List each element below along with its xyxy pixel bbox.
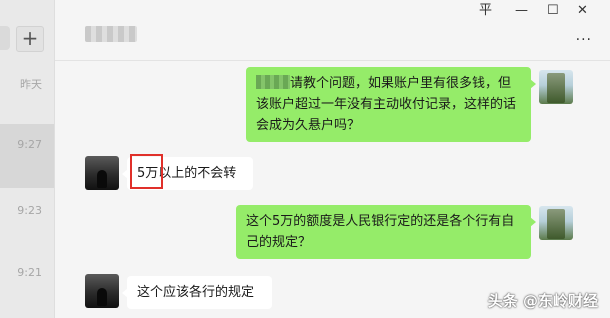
session-time: 昨天 bbox=[20, 78, 42, 91]
search-box[interactable] bbox=[0, 26, 10, 50]
session-sidebar: + 昨天 9:27 9:23 9:21 bbox=[0, 0, 55, 318]
add-chat-button[interactable]: + bbox=[16, 26, 44, 52]
session-time: 9:21 bbox=[17, 266, 42, 279]
my-avatar[interactable] bbox=[539, 70, 573, 104]
session-time: 9:23 bbox=[17, 204, 42, 217]
redacted-text bbox=[256, 75, 290, 89]
more-options-icon[interactable]: ··· bbox=[576, 32, 592, 48]
chat-header: 平 — ☐ ✕ ··· bbox=[55, 0, 610, 61]
session-item[interactable]: 9:21 bbox=[0, 256, 54, 314]
maximize-icon[interactable]: ☐ bbox=[547, 3, 559, 19]
minimize-icon[interactable]: — bbox=[515, 3, 528, 19]
message-text: 这个应该各行的规定 bbox=[137, 285, 255, 300]
session-item-selected[interactable]: 9:27 bbox=[0, 124, 54, 188]
message-bubble-sent[interactable]: 这个5万的额度是人民银行定的还是各个行有自己的规定？ bbox=[236, 205, 536, 259]
message-text: 这个5万的额度是人民银行定的还是各个行有自己的规定？ bbox=[246, 214, 515, 250]
message-text: 请教个问题，如果账户里有很多钱，但该账户超过一年没有主动收付记录，这样的话会成为… bbox=[256, 76, 517, 133]
red-highlight-box bbox=[130, 154, 163, 189]
session-item[interactable]: 昨天 bbox=[0, 62, 54, 120]
contact-name-redacted bbox=[85, 26, 137, 42]
session-item[interactable]: 9:23 bbox=[0, 192, 54, 250]
my-avatar[interactable] bbox=[539, 206, 573, 240]
close-icon[interactable]: ✕ bbox=[577, 3, 588, 19]
pin-icon[interactable]: 平 bbox=[479, 3, 492, 19]
contact-avatar[interactable] bbox=[85, 274, 119, 308]
message-bubble-sent[interactable]: 请教个问题，如果账户里有很多钱，但该账户超过一年没有主动收付记录，这样的话会成为… bbox=[246, 67, 536, 142]
watermark: 头条 @东岭财经 bbox=[487, 292, 598, 310]
message-bubble-received[interactable]: 这个应该各行的规定 bbox=[122, 276, 272, 309]
session-time: 9:27 bbox=[17, 138, 42, 151]
contact-avatar[interactable] bbox=[85, 156, 119, 190]
